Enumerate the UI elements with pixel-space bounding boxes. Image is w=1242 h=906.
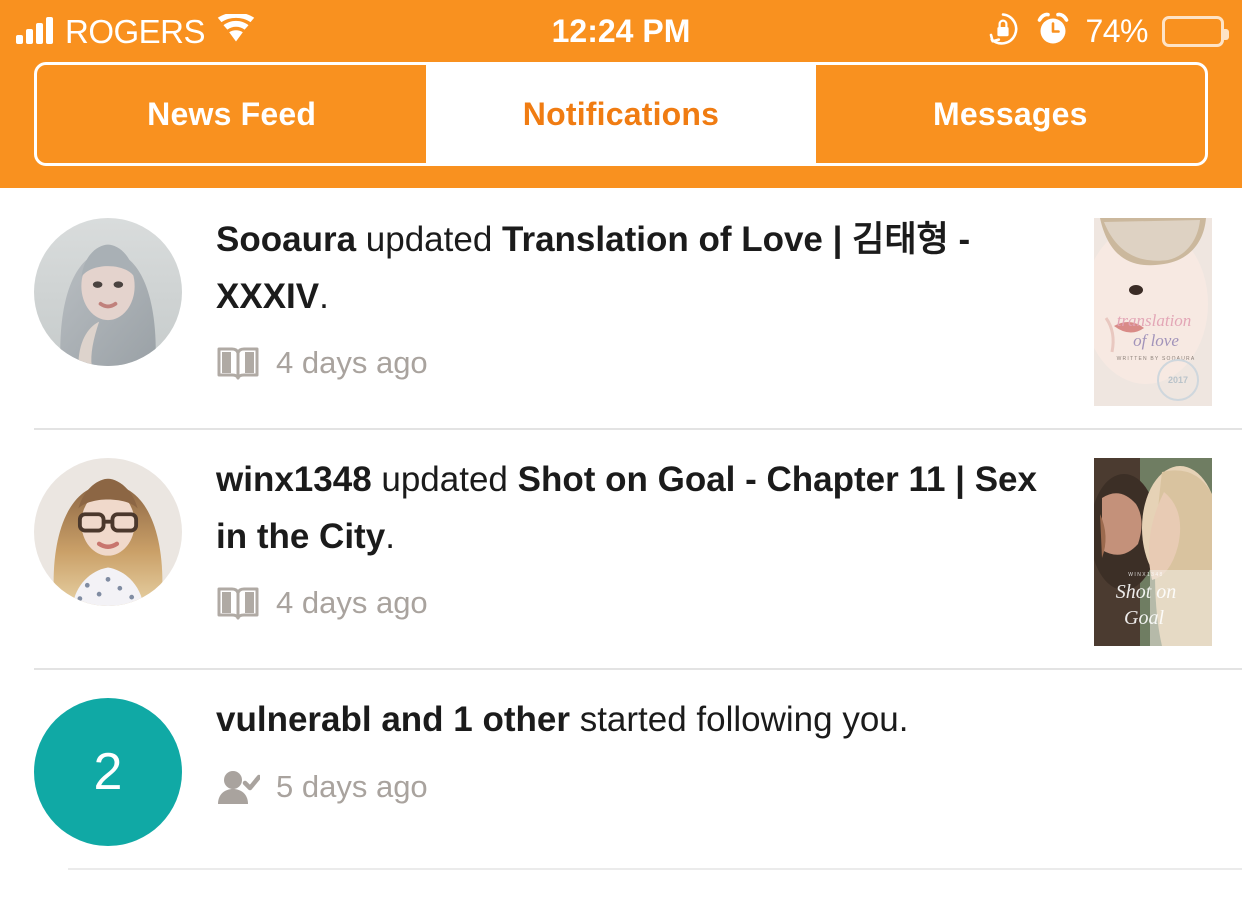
tab-bar: News Feed Notifications Messages (34, 62, 1208, 166)
notification-actor: winx1348 (216, 460, 372, 499)
notification-meta: 5 days ago (216, 767, 1070, 807)
story-cover-thumbnail[interactable]: WINX1348 Shot on Goal (1094, 458, 1212, 646)
notification-actor: vulnerabl and 1 other (216, 700, 570, 739)
status-bar: ROGERS 12:24 PM 74% (0, 0, 1242, 62)
notification-text: Sooaura updated Translation of Love | 김태… (216, 212, 1070, 325)
status-bar-right: 74% (985, 11, 1229, 52)
notifications-list: Sooaura updated Translation of Love | 김태… (0, 188, 1242, 870)
battery-icon (1162, 15, 1229, 47)
svg-text:WINX1348: WINX1348 (1128, 572, 1163, 578)
notification-item[interactable]: Sooaura updated Translation of Love | 김태… (0, 188, 1242, 428)
notification-meta: 4 days ago (216, 583, 1070, 623)
notification-punctuation: . (385, 516, 395, 556)
notification-verb: updated (371, 460, 518, 499)
badge-count: 2 (93, 743, 123, 801)
notification-timestamp: 5 days ago (276, 768, 428, 804)
alarm-clock-icon (1035, 11, 1071, 52)
notification-item[interactable]: 2 vulnerabl and 1 other started followin… (0, 668, 1242, 868)
wifi-icon (217, 12, 255, 49)
notification-timestamp: 4 days ago (276, 345, 428, 381)
count-badge-avatar[interactable]: 2 (34, 698, 182, 846)
user-follow-icon (216, 767, 260, 807)
notification-item[interactable]: winx1348 updated Shot on Goal - Chapter … (0, 428, 1242, 668)
tab-news-feed[interactable]: News Feed (37, 65, 426, 163)
notification-text: winx1348 updated Shot on Goal - Chapter … (216, 452, 1070, 565)
story-cover-thumbnail[interactable]: translation of love WRITTEN BY SOOAURA 2… (1094, 218, 1212, 406)
avatar[interactable] (34, 218, 182, 366)
svg-text:Goal: Goal (1124, 607, 1164, 629)
tab-messages[interactable]: Messages (816, 65, 1205, 163)
book-icon (216, 343, 260, 383)
notification-body: Sooaura updated Translation of Love | 김태… (182, 212, 1094, 383)
notification-verb: updated (356, 220, 503, 259)
notification-actor: Sooaura (216, 220, 357, 259)
carrier-label: ROGERS (65, 12, 206, 50)
svg-text:translation: translation (1117, 311, 1192, 330)
svg-text:2017: 2017 (1168, 375, 1188, 385)
avatar[interactable] (34, 458, 182, 606)
tab-bar-container: News Feed Notifications Messages (0, 62, 1242, 188)
svg-text:Shot on: Shot on (1116, 581, 1177, 603)
tab-notifications[interactable]: Notifications (426, 65, 816, 163)
status-bar-left: ROGERS (16, 12, 255, 50)
signal-bars-icon (16, 17, 53, 44)
notification-punctuation: . (319, 276, 329, 316)
list-divider (68, 868, 1242, 870)
book-icon (216, 583, 260, 623)
rotation-lock-icon (985, 11, 1021, 52)
notification-text: vulnerabl and 1 other started following … (216, 692, 1070, 749)
notification-meta: 4 days ago (216, 343, 1070, 383)
battery-percent-label: 74% (1085, 12, 1148, 49)
notification-body: winx1348 updated Shot on Goal - Chapter … (182, 452, 1094, 623)
notification-timestamp: 4 days ago (276, 585, 428, 621)
svg-text:of love: of love (1133, 331, 1179, 350)
notification-verb: started following you. (569, 700, 909, 739)
notification-body: vulnerabl and 1 other started following … (182, 692, 1094, 807)
